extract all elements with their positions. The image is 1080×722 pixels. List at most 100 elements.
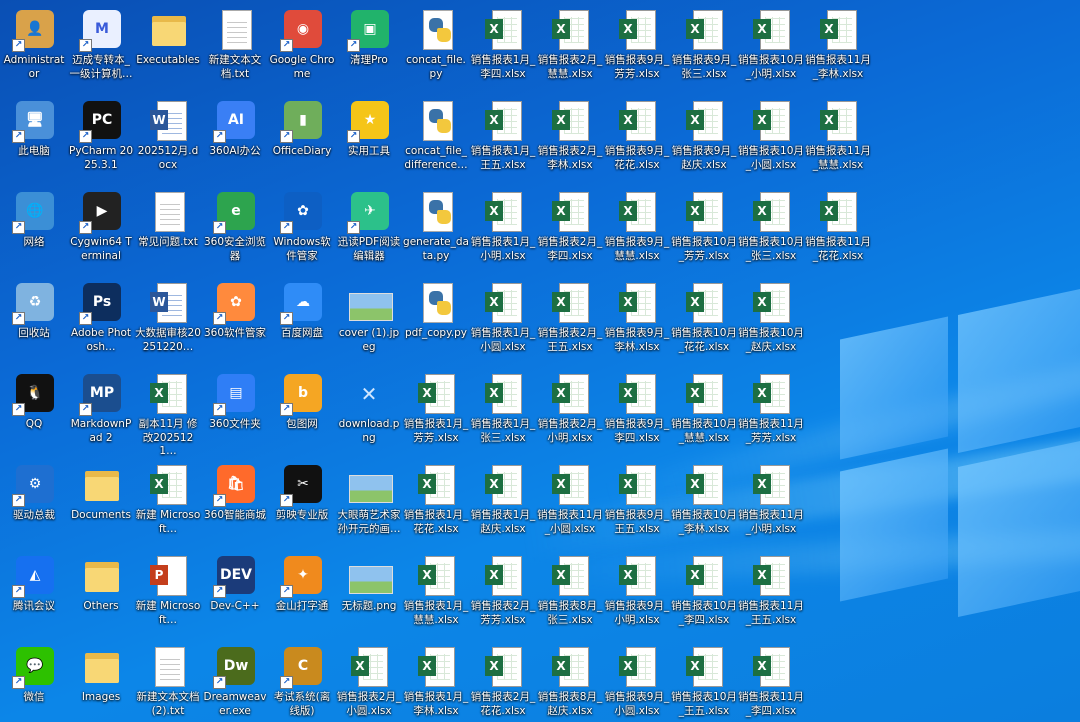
desktop-icon-excel[interactable]: X 销售报表2月_李林.xlsx (536, 91, 604, 172)
desktop-icon-dw[interactable]: Dw ↗ Dreamweaver.exe (201, 637, 269, 718)
desktop-icon-excel[interactable]: X 销售报表9月_李林.xlsx (603, 273, 671, 354)
desktop-icon-exam[interactable]: C ↗ 考试系统(离线版) (268, 637, 336, 718)
desktop-icon-doc[interactable]: 常见问题.txt (134, 182, 202, 250)
desktop-icon-excel[interactable]: X 销售报表9月_王五.xlsx (603, 455, 671, 536)
desktop-icon-baotu[interactable]: b ↗ 包图网 (268, 364, 336, 432)
desktop-icon-mc[interactable]: M ↗ 迈成专转本_一级计算机… (67, 0, 135, 81)
desktop-icon-excel[interactable]: X 销售报表10月_花花.xlsx (670, 273, 738, 354)
desktop-icon-devcpp[interactable]: DEV ↗ Dev-C++ (201, 546, 269, 614)
desktop-icon-excel[interactable]: X 销售报表2月_花花.xlsx (469, 637, 537, 718)
desktop-icon-soft360[interactable]: ✿ ↗ 360软件管家 (201, 273, 269, 341)
desktop-icon-excel[interactable]: X 销售报表1月_李四.xlsx (469, 0, 537, 81)
desktop-icon-excel[interactable]: X 销售报表9月_花花.xlsx (603, 91, 671, 172)
desktop-icon-excel[interactable]: X 销售报表9月_小明.xlsx (603, 546, 671, 627)
desktop-icon-folder[interactable]: Others (67, 546, 135, 614)
desktop-icon-excel[interactable]: X 销售报表10月_张三.xlsx (737, 182, 805, 263)
desktop-icon-terminal[interactable]: ▶ ↗ Cygwin64 Terminal (67, 182, 135, 263)
desktop-icon-excel[interactable]: X 新建 Microsoft… (134, 455, 202, 536)
desktop-icon-browser360[interactable]: e ↗ 360安全浏览器 (201, 182, 269, 263)
desktop-icon-word[interactable]: W 大数据审核20251220… (134, 273, 202, 354)
desktop-icon-excel[interactable]: X 销售报表9月_芳芳.xlsx (603, 0, 671, 81)
desktop-icon-python[interactable]: concat_file.py (402, 0, 470, 81)
desktop-icon-excel[interactable]: X 销售报表10月_王五.xlsx (670, 637, 738, 718)
desktop-icon-excel[interactable]: X 销售报表2月_小明.xlsx (536, 364, 604, 445)
desktop-icon-excel[interactable]: X 销售报表9月_李四.xlsx (603, 364, 671, 445)
desktop-icon-excel[interactable]: X 销售报表1月_慧慧.xlsx (402, 546, 470, 627)
desktop-icon-excel[interactable]: X 销售报表1月_小圆.xlsx (469, 273, 537, 354)
desktop-icon-excel[interactable]: X 销售报表10月_李林.xlsx (670, 455, 738, 536)
desktop-icon-excel[interactable]: X 销售报表2月_小圆.xlsx (335, 637, 403, 718)
desktop-icon-ppt[interactable]: P 新建 Microsoft… (134, 546, 202, 627)
desktop-icon-ai360[interactable]: AI ↗ 360AI办公 (201, 91, 269, 159)
desktop-icon-user[interactable]: 👤 ↗ Administrator (0, 0, 68, 81)
desktop-icon-folder[interactable]: Images (67, 637, 135, 705)
desktop-icon-pycharm[interactable]: PC ↗ PyCharm 2025.3.1 (67, 91, 135, 172)
desktop-icon-excel[interactable]: X 销售报表2月_王五.xlsx (536, 273, 604, 354)
desktop-icon-excel[interactable]: X 销售报表11月_李林.xlsx (804, 0, 872, 81)
desktop-icon-excel[interactable]: X 副本11月 修改2025121… (134, 364, 202, 459)
desktop-icon-pdfreader[interactable]: ✈ ↗ 迅读PDF阅读编辑器 (335, 182, 403, 263)
desktop-icon-winsoft[interactable]: ✿ ↗ Windows软件管家 (268, 182, 336, 263)
desktop-icon-excel[interactable]: X 销售报表10月_小明.xlsx (737, 0, 805, 81)
desktop-icon-label: 销售报表1月_李四.xlsx (470, 54, 536, 80)
desktop-icon-excel[interactable]: X 销售报表2月_慧慧.xlsx (536, 0, 604, 81)
desktop-icon-excel[interactable]: X 销售报表9月_小圆.xlsx (603, 637, 671, 718)
desktop-icon-excel[interactable]: X 销售报表10月_李四.xlsx (670, 546, 738, 627)
desktop-icon-excel[interactable]: X 销售报表1月_芳芳.xlsx (402, 364, 470, 445)
desktop-icon-folder360[interactable]: ▤ ↗ 360文件夹 (201, 364, 269, 432)
desktop-icon-mall360[interactable]: 🛍 ↗ 360智能商城 (201, 455, 269, 523)
desktop-icon-image[interactable]: 无标题.png (335, 546, 403, 614)
desktop-icon-recycle[interactable]: ♻ ↗ 回收站 (0, 273, 68, 341)
desktop-icon-broken[interactable]: ✕ download.png (335, 364, 403, 445)
desktop-icon-excel[interactable]: X 销售报表1月_李林.xlsx (402, 637, 470, 718)
desktop-icon-markdown[interactable]: MP ↗ MarkdownPad 2 (67, 364, 135, 445)
desktop-icon-excel[interactable]: X 销售报表10月_小圆.xlsx (737, 91, 805, 172)
desktop-icon-excel[interactable]: X 销售报表10月_慧慧.xlsx (670, 364, 738, 445)
desktop-icon-excel[interactable]: X 销售报表11月_慧慧.xlsx (804, 91, 872, 172)
desktop-icon-image[interactable]: 大眼萌艺术家孙开元的画… (335, 455, 403, 536)
desktop-icon-chrome[interactable]: ◉ ↗ Google Chrome (268, 0, 336, 81)
desktop-icon-driver[interactable]: ⚙ ↗ 驱动总裁 (0, 455, 68, 523)
desktop-icon-wechat[interactable]: 💬 ↗ 微信 (0, 637, 68, 705)
desktop-icon-excel[interactable]: X 销售报表11月_芳芳.xlsx (737, 364, 805, 445)
desktop-icon-excel[interactable]: X 销售报表10月_赵庆.xlsx (737, 273, 805, 354)
desktop-icon-qq[interactable]: 🐧 ↗ QQ (0, 364, 68, 432)
desktop-icon-word[interactable]: W 202512月.docx (134, 91, 202, 172)
desktop-icon-python[interactable]: pdf_copy.py (402, 273, 470, 341)
desktop-icon-typing[interactable]: ✦ ↗ 金山打字通 (268, 546, 336, 614)
desktop-icon-excel[interactable]: X 销售报表11月_李四.xlsx (737, 637, 805, 718)
desktop-icon-diary[interactable]: ▮ ↗ OfficeDiary (268, 91, 336, 159)
desktop-icon-python[interactable]: generate_data.py (402, 182, 470, 263)
desktop-icon-excel[interactable]: X 销售报表11月_王五.xlsx (737, 546, 805, 627)
desktop-icon-capcut[interactable]: ✂ ↗ 剪映专业版 (268, 455, 336, 523)
desktop-icon-excel[interactable]: X 销售报表1月_花花.xlsx (402, 455, 470, 536)
desktop-icon-excel[interactable]: X 销售报表10月_芳芳.xlsx (670, 182, 738, 263)
desktop-icon-excel[interactable]: X 销售报表1月_赵庆.xlsx (469, 455, 537, 536)
desktop-icon-excel[interactable]: X 销售报表11月_花花.xlsx (804, 182, 872, 263)
desktop-icon-network[interactable]: 🌐 ↗ 网络 (0, 182, 68, 250)
desktop-icon-excel[interactable]: X 销售报表9月_赵庆.xlsx (670, 91, 738, 172)
desktop-icon-python[interactable]: concat_file_difference… (402, 91, 470, 172)
desktop-icon-excel[interactable]: X 销售报表8月_赵庆.xlsx (536, 637, 604, 718)
desktop-icon-cleaner[interactable]: ▣ ↗ 清理Pro (335, 0, 403, 68)
desktop-icon-excel[interactable]: X 销售报表9月_慧慧.xlsx (603, 182, 671, 263)
desktop-icon-excel[interactable]: X 销售报表8月_张三.xlsx (536, 546, 604, 627)
desktop-icon-meeting[interactable]: ◭ ↗ 腾讯会议 (0, 546, 68, 614)
desktop-icon-pc[interactable]: 🖥 ↗ 此电脑 (0, 91, 68, 159)
desktop-icon-baidu[interactable]: ☁ ↗ 百度网盘 (268, 273, 336, 341)
desktop-icon-photoshop[interactable]: Ps ↗ Adobe Photosh… (67, 273, 135, 354)
desktop-icon-folder[interactable]: Executables (134, 0, 202, 68)
desktop-icon-excel[interactable]: X 销售报表11月_小明.xlsx (737, 455, 805, 536)
desktop-icon-image[interactable]: cover (1).jpeg (335, 273, 403, 354)
desktop-icon-excel[interactable]: X 销售报表1月_王五.xlsx (469, 91, 537, 172)
desktop-icon-folder[interactable]: Documents (67, 455, 135, 523)
desktop-icon-excel[interactable]: X 销售报表1月_小明.xlsx (469, 182, 537, 263)
desktop-icon-excel[interactable]: X 销售报表2月_李四.xlsx (536, 182, 604, 263)
desktop-icon-excel[interactable]: X 销售报表9月_张三.xlsx (670, 0, 738, 81)
desktop-icon-doc[interactable]: 新建文本文档.txt (201, 0, 269, 81)
desktop-icon-excel[interactable]: X 销售报表11月_小圆.xlsx (536, 455, 604, 536)
desktop-icon-doc[interactable]: 新建文本文档 (2).txt (134, 637, 202, 718)
desktop-icon-excel[interactable]: X 销售报表2月_芳芳.xlsx (469, 546, 537, 627)
desktop-icon-excel[interactable]: X 销售报表1月_张三.xlsx (469, 364, 537, 445)
desktop-icon-star[interactable]: ★ ↗ 实用工具 (335, 91, 403, 159)
